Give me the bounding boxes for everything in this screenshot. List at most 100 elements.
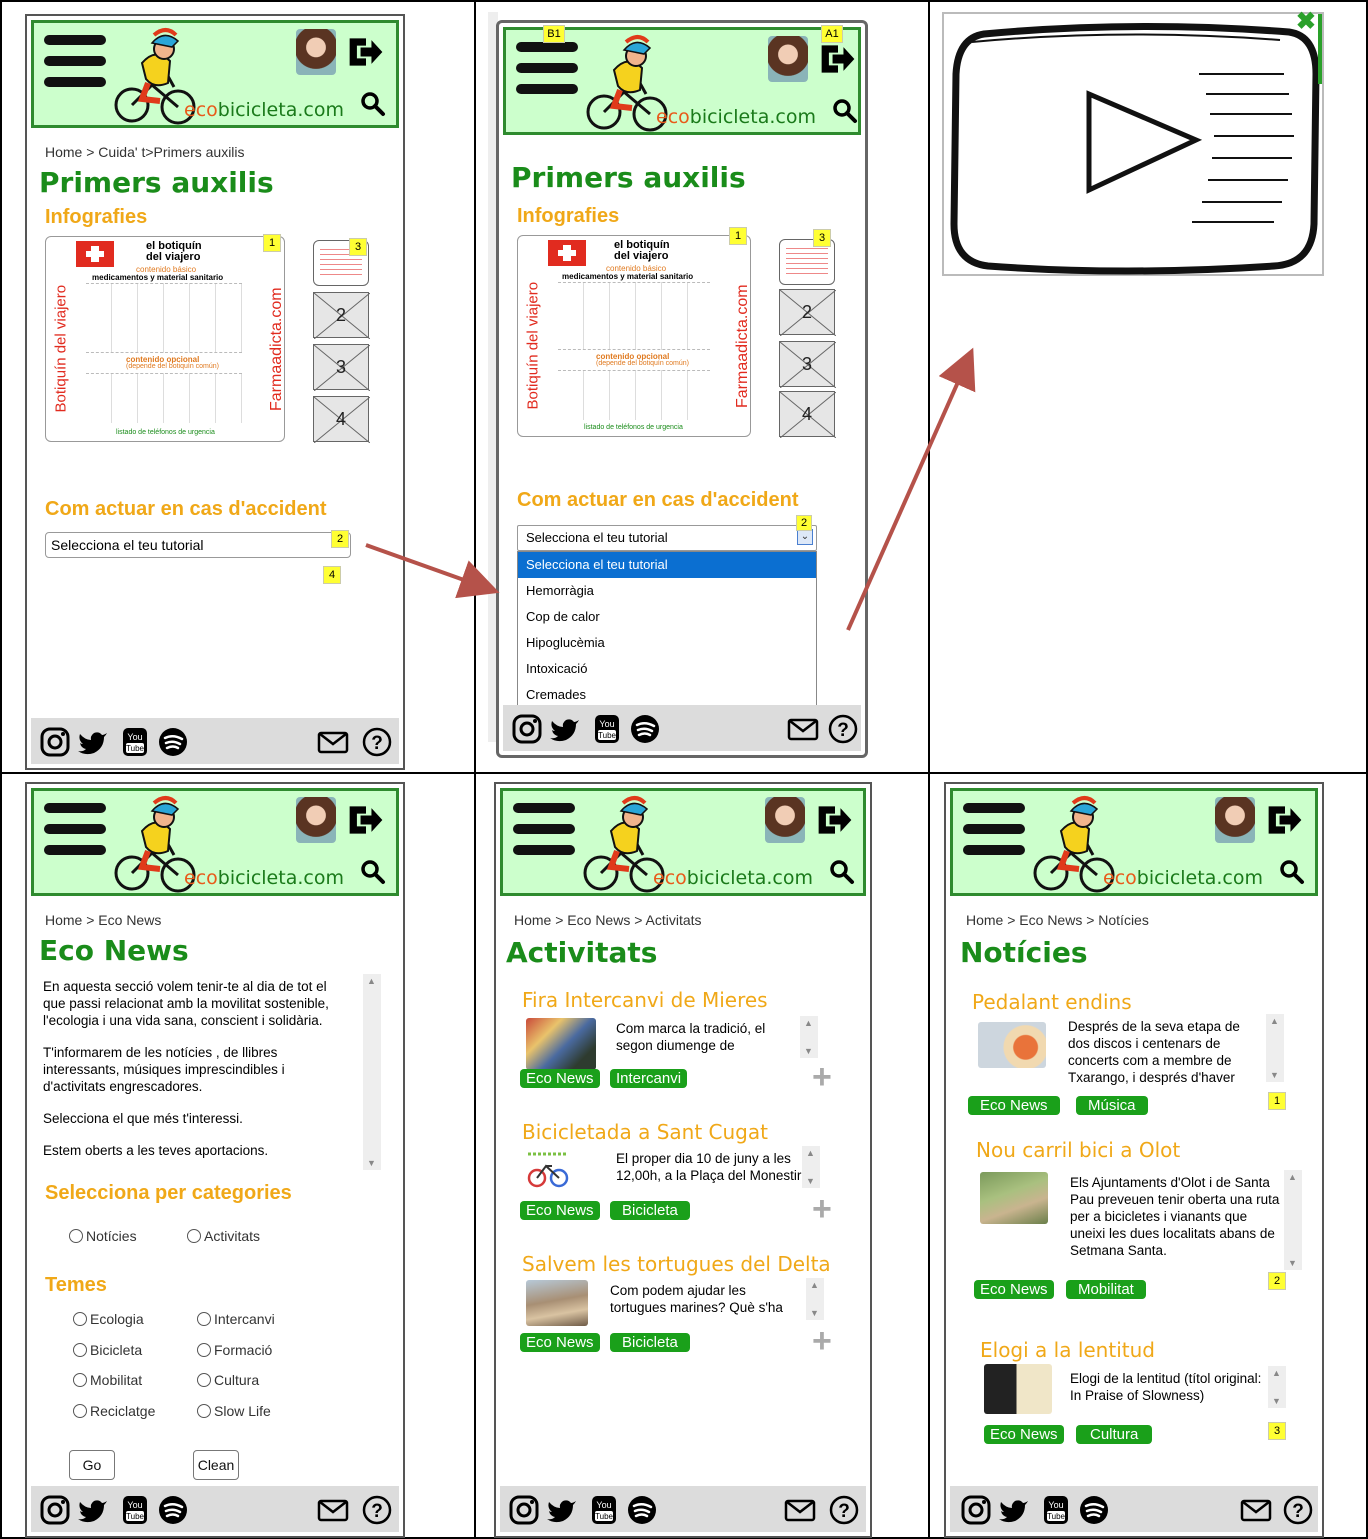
option-hemorragia[interactable]: Hemorràgia <box>518 578 816 604</box>
twitter-icon[interactable] <box>549 713 581 745</box>
youtube-icon[interactable] <box>591 713 623 745</box>
search-icon[interactable] <box>829 859 855 885</box>
clean-button[interactable]: Clean <box>193 1450 239 1480</box>
activity-image[interactable] <box>526 1148 570 1192</box>
user-avatar[interactable] <box>1215 797 1255 843</box>
radio-bicicleta[interactable]: Bicicleta <box>73 1342 142 1358</box>
instagram-icon[interactable] <box>960 1494 992 1526</box>
breadcrumb[interactable]: Home > Cuida' t>Primers auxilis <box>45 144 245 160</box>
instagram-icon[interactable] <box>39 726 71 758</box>
infographic-image[interactable]: el botiquín del viajero contenido básico … <box>517 235 751 437</box>
tag-eco-news[interactable]: Eco News <box>520 1333 600 1352</box>
instagram-icon[interactable] <box>39 1494 71 1526</box>
tag-eco-news[interactable]: Eco News <box>520 1201 600 1220</box>
twitter-icon[interactable] <box>77 1494 109 1526</box>
site-name[interactable]: ecobicicleta.com <box>1103 867 1263 889</box>
logout-icon[interactable] <box>346 33 386 71</box>
news-scrollbar[interactable] <box>1284 1170 1302 1270</box>
video-placeholder[interactable]: ✖ <box>942 10 1324 276</box>
site-name[interactable]: ecobicicleta.com <box>184 99 344 121</box>
site-name[interactable]: ecobicicleta.com <box>653 867 813 889</box>
menu-icon[interactable] <box>516 42 578 94</box>
tag-mobilitat[interactable]: Mobilitat <box>1066 1280 1146 1299</box>
breadcrumb[interactable]: Home > Eco News > Notícies <box>966 912 1149 928</box>
menu-icon[interactable] <box>44 803 106 855</box>
radio-mobilitat[interactable]: Mobilitat <box>73 1372 142 1388</box>
activity-image[interactable] <box>526 1018 596 1070</box>
menu-icon[interactable] <box>963 803 1025 855</box>
mail-icon[interactable] <box>317 726 349 758</box>
spotify-icon[interactable] <box>626 1494 658 1526</box>
twitter-icon[interactable] <box>546 1494 578 1526</box>
search-icon[interactable] <box>360 859 386 885</box>
site-name[interactable]: ecobicicleta.com <box>184 867 344 889</box>
search-icon[interactable] <box>360 91 386 117</box>
tag-eco-news[interactable]: Eco News <box>974 1280 1054 1299</box>
tutorial-select[interactable]: Selecciona el teu tutorial <box>517 525 817 551</box>
help-icon[interactable] <box>827 713 859 745</box>
spotify-icon[interactable] <box>629 713 661 745</box>
thumbnail-3[interactable]: 3 <box>779 341 836 388</box>
tag-cultura[interactable]: Cultura <box>1076 1425 1153 1444</box>
youtube-icon[interactable] <box>588 1494 620 1526</box>
thumbnail-3[interactable]: 3 <box>313 344 370 391</box>
twitter-icon[interactable] <box>77 726 109 758</box>
menu-icon[interactable] <box>513 803 575 855</box>
user-avatar[interactable] <box>296 797 336 843</box>
youtube-icon[interactable] <box>1040 1494 1072 1526</box>
breadcrumb[interactable]: Home > Eco News > Activitats <box>514 912 702 928</box>
news-title[interactable]: Elogi a la lentitud <box>980 1338 1155 1362</box>
site-name[interactable]: ecobicicleta.com <box>656 106 816 128</box>
help-icon[interactable] <box>361 726 393 758</box>
news-scrollbar[interactable] <box>1266 1014 1284 1082</box>
radio-slow-life[interactable]: Slow Life <box>197 1403 271 1419</box>
user-avatar[interactable] <box>765 797 805 843</box>
menu-icon[interactable] <box>44 35 106 87</box>
activity-title[interactable]: Salvem les tortugues del Delta <box>522 1252 831 1276</box>
news-title[interactable]: Pedalant endins <box>972 990 1132 1014</box>
breadcrumb[interactable]: Home > Eco News <box>45 912 161 928</box>
youtube-icon[interactable] <box>119 1494 151 1526</box>
activity-scrollbar[interactable] <box>800 1016 818 1058</box>
tag-eco-news[interactable]: Eco News <box>968 1096 1060 1115</box>
news-title[interactable]: Nou carril bici a Olot <box>976 1138 1180 1162</box>
instagram-icon[interactable] <box>511 713 543 745</box>
spotify-icon[interactable] <box>157 726 189 758</box>
radio-ecologia[interactable]: Ecologia <box>73 1311 144 1327</box>
help-icon[interactable] <box>361 1494 393 1526</box>
help-icon[interactable] <box>828 1494 860 1526</box>
chevron-down-icon[interactable]: ⌄ <box>797 529 813 545</box>
option-cop-de-calor[interactable]: Cop de calor <box>518 604 816 630</box>
add-icon[interactable]: + <box>812 1060 832 1094</box>
radio-intercanvi[interactable]: Intercanvi <box>197 1311 275 1327</box>
search-icon[interactable] <box>832 98 858 124</box>
tag-eco-news[interactable]: Eco News <box>984 1425 1064 1444</box>
help-icon[interactable] <box>1282 1494 1314 1526</box>
mail-icon[interactable] <box>784 1494 816 1526</box>
option-intoxicacio[interactable]: Intoxicació <box>518 656 816 682</box>
user-avatar[interactable] <box>296 29 336 75</box>
intro-scrollbar[interactable] <box>363 974 381 1170</box>
thumbnail-4[interactable]: 4 <box>779 391 836 438</box>
radio-formacio[interactable]: Formació <box>197 1342 272 1358</box>
spotify-icon[interactable] <box>1078 1494 1110 1526</box>
search-icon[interactable] <box>1279 859 1305 885</box>
tag-intercanvi[interactable]: Intercanvi <box>610 1069 688 1088</box>
option-select-tutorial[interactable]: Selecciona el teu tutorial <box>518 552 816 578</box>
tag-bicicleta[interactable]: Bicicleta <box>610 1333 690 1352</box>
tutorial-select[interactable]: Selecciona el teu tutorial <box>45 532 351 558</box>
spotify-icon[interactable] <box>157 1494 189 1526</box>
radio-activitats[interactable]: Activitats <box>187 1228 260 1244</box>
user-avatar[interactable] <box>768 36 808 82</box>
add-icon[interactable]: + <box>812 1324 832 1358</box>
news-scrollbar[interactable] <box>1268 1366 1286 1408</box>
instagram-icon[interactable] <box>508 1494 540 1526</box>
radio-noticies[interactable]: Notícies <box>69 1228 137 1244</box>
activity-image[interactable] <box>526 1280 588 1326</box>
logout-icon[interactable] <box>346 801 386 839</box>
thumbnail-2[interactable]: 2 <box>779 289 836 336</box>
twitter-icon[interactable] <box>998 1494 1030 1526</box>
tag-bicicleta[interactable]: Bicicleta <box>610 1201 690 1220</box>
news-image[interactable] <box>980 1172 1048 1224</box>
youtube-icon[interactable] <box>119 726 151 758</box>
